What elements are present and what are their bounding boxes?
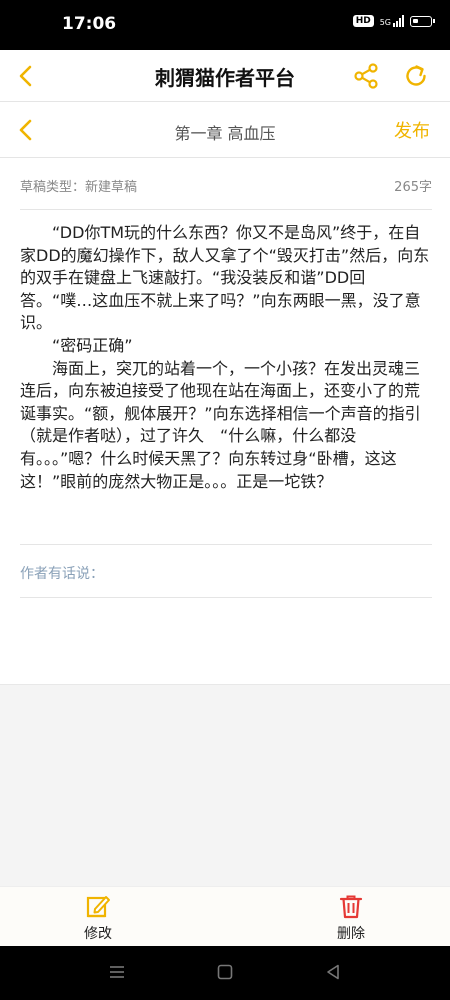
app-header: 刺猬猫作者平台 [0,50,450,102]
app-title: 刺猬猫作者平台 [155,66,295,90]
chapter-header: 第一章 高血压 发布 [0,102,450,158]
back-icon[interactable] [324,963,342,981]
status-icons: HD 5G [352,15,435,27]
bottom-toolbar: 修改 删除 [0,886,450,946]
hd-badge: HD [352,15,374,27]
refresh-button[interactable] [400,60,432,92]
battery-icon [410,15,435,27]
draft-type: 草稿类型：新建草稿 [20,180,138,195]
refresh-icon [406,65,426,86]
share-icon [354,63,378,89]
edit-icon [86,896,110,918]
edit-button[interactable]: 修改 [58,893,138,943]
chapter-title: 第一章 高血压 [174,124,276,143]
publish-button[interactable]: 发布 [394,117,430,143]
edit-label: 修改 [84,926,112,942]
word-count: 265字 [394,180,432,195]
draft-meta: 草稿类型：新建草稿 265字 [20,158,432,210]
menu-icon[interactable] [108,963,126,981]
content-paragraph: 海面上，突兀的站着一个，一个小孩？在发出灵魂三连后，向东被迫接受了他现在站在海面… [20,358,421,491]
system-nav-bar [0,946,450,1000]
status-bar: 17:06 HD 5G [0,0,450,50]
delete-label: 删除 [337,926,365,942]
blank-area [0,684,450,886]
status-time: 17:06 [62,14,117,34]
author-note-label: 作者有话说： [20,566,104,582]
network-label: 5G [379,18,391,27]
share-button[interactable] [350,60,382,92]
trash-icon [339,895,363,919]
delete-button[interactable]: 删除 [311,893,391,943]
signal-icon: 5G [380,15,404,27]
content-paragraph: “密码正确” [52,335,133,355]
chapter-content: “DD你TM玩的什么东西？你又不是岛风”终于，在自家DD的魔幻操作下，敌人又拿了… [20,222,432,493]
divider [20,597,432,598]
content-paragraph: “DD你TM玩的什么东西？你又不是岛风”终于，在自家DD的魔幻操作下，敌人又拿了… [20,223,430,333]
divider [20,544,432,545]
home-icon[interactable] [216,963,234,981]
